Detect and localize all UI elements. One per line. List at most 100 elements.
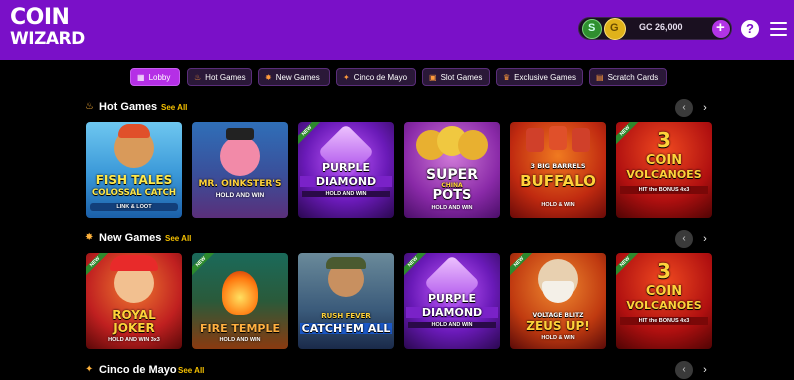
- new-games-next-button[interactable]: ›: [696, 230, 714, 248]
- see-all-new-games-link[interactable]: See All: [165, 234, 191, 243]
- hot-games-prev-button[interactable]: ‹: [675, 99, 693, 117]
- game-title-line-2: BUFFALO: [520, 172, 596, 190]
- tab-cinco-de-mayo[interactable]: ✦ Cinco de Mayo: [336, 68, 416, 86]
- game-title-line-2: JOKER: [113, 321, 155, 335]
- ticket-icon: ▤: [596, 72, 604, 82]
- game-title-line-2: COIN: [645, 284, 683, 299]
- top-header: COIN WIZARD S G GC 26,000 + ?: [0, 0, 794, 60]
- game-subtitle: HIT the BONUS 4x3: [620, 186, 708, 194]
- wallet-balance[interactable]: S G GC 26,000 +: [578, 17, 732, 40]
- game-tile-3-coin-volcanoes[interactable]: NEW 3 COIN VOLCANOES HIT the BONUS 4x3: [616, 122, 712, 218]
- sweeps-coin-icon[interactable]: S: [582, 19, 602, 39]
- game-tile-fish-tales[interactable]: FISH TALES COLOSSAL CATCH LINK & LOOT: [86, 122, 182, 218]
- game-title-line-2: COLOSSAL CATCH: [92, 188, 176, 198]
- coin-wizard-logo[interactable]: COIN WIZARD: [10, 7, 90, 53]
- barrel-art: [526, 128, 544, 152]
- game-title-line-2: DIAMOND: [300, 176, 392, 187]
- game-subtitle: HOLD AND WIN 3x3: [108, 337, 160, 343]
- section-title-cinco-de-mayo: Cinco de Mayo: [99, 364, 177, 376]
- game-title-line-1: FISH TALES: [95, 173, 173, 187]
- game-subtitle: HOLD AND WIN: [302, 191, 390, 197]
- game-subtitle: LINK & LOOT: [90, 203, 178, 211]
- tab-label: New Games: [275, 72, 320, 82]
- fire-art: [222, 271, 258, 315]
- game-tile-super-china-pots[interactable]: SUPER CHINA POTS HOLD AND WIN: [404, 122, 500, 218]
- party-hat-icon: ✦: [343, 72, 350, 82]
- game-tile-3-coin-volcanoes-new[interactable]: NEW 3 COIN VOLCANOES HIT the BONUS 4x3: [616, 253, 712, 349]
- game-title-line-1: PURPLE: [427, 292, 477, 305]
- gold-coin-icon[interactable]: G: [604, 18, 626, 40]
- barrel-art: [549, 126, 567, 150]
- new-badge: NEW: [298, 122, 322, 146]
- game-title-line-1: PURPLE: [321, 161, 371, 174]
- hot-games-next-button[interactable]: ›: [696, 99, 714, 117]
- game-tile-mr-oinkster[interactable]: MR. OINKSTER'S HOLD AND WIN: [192, 122, 288, 218]
- tab-exclusive-games[interactable]: ♛ Exclusive Games: [496, 68, 583, 86]
- game-title-line-3: VOLCANOES: [626, 299, 702, 312]
- game-tile-rush-fever[interactable]: RUSH FEVER CATCH'EM ALL: [298, 253, 394, 349]
- game-tile-purple-diamond[interactable]: NEW PURPLE DIAMOND HOLD AND WIN: [298, 122, 394, 218]
- game-tile-buffalo[interactable]: 3 BIG BARRELS BUFFALO HOLD & WIN: [510, 122, 606, 218]
- pig-hat-art: [226, 128, 254, 140]
- tab-scratch-cards[interactable]: ▤ Scratch Cards: [589, 68, 667, 86]
- game-subtitle: HIT the BONUS 4x3: [620, 317, 708, 325]
- crown-icon: ♛: [503, 72, 511, 82]
- flame-icon: ♨: [85, 101, 94, 112]
- game-title-line-2: CATCH'EM ALL: [300, 322, 392, 335]
- game-subtitle: HOLD AND WIN: [408, 322, 496, 328]
- slot-icon: ▣: [429, 72, 437, 82]
- new-badge: NEW: [86, 253, 110, 277]
- tab-hot-games[interactable]: ♨ Hot Games: [187, 68, 252, 86]
- game-tile-fire-temple[interactable]: NEW FIRE TEMPLE HOLD AND WIN: [192, 253, 288, 349]
- new-badge: NEW: [404, 253, 428, 277]
- star-burst-icon: ✸: [85, 232, 94, 243]
- tab-new-games[interactable]: ✸ New Games: [258, 68, 330, 86]
- game-tile-zeus-up[interactable]: NEW VOLTAGE BLITZ ZEUS UP! HOLD & WIN: [510, 253, 606, 349]
- new-badge: NEW: [192, 253, 216, 277]
- joker-hat-art: [110, 255, 158, 271]
- game-tile-royal-joker[interactable]: NEW ROYAL JOKER HOLD AND WIN 3x3: [86, 253, 182, 349]
- logo-line-1: COIN: [10, 5, 70, 30]
- tab-label: Exclusive Games: [514, 72, 576, 82]
- cinco-de-mayo-prev-button[interactable]: ‹: [675, 361, 693, 379]
- flame-icon: ♨: [194, 72, 202, 82]
- barrel-art: [572, 128, 590, 152]
- star-burst-icon: ✸: [265, 72, 272, 82]
- tab-lobby[interactable]: ▦ Lobby: [130, 68, 180, 86]
- tab-slot-games[interactable]: ▣ Slot Games: [422, 68, 490, 86]
- game-title-line-1: SUPER: [425, 167, 479, 183]
- game-title-line-1: 3 BIG BARRELS: [530, 162, 586, 170]
- pot-art: [458, 130, 488, 160]
- game-title-line-2: DIAMOND: [406, 307, 498, 318]
- pig-art: [220, 136, 260, 176]
- lobby-icon: ▦: [137, 72, 145, 82]
- see-all-hot-games-link[interactable]: See All: [161, 103, 187, 112]
- buy-coins-button[interactable]: +: [712, 19, 730, 38]
- new-games-prev-button[interactable]: ‹: [675, 230, 693, 248]
- logo-line-2: WIZARD: [10, 29, 85, 49]
- game-subtitle: HOLD AND WIN: [215, 192, 265, 199]
- new-badge: NEW: [510, 253, 534, 277]
- game-title-line-1: 3: [657, 128, 671, 152]
- fisherman-hat-art: [118, 124, 150, 138]
- party-hat-icon: ✦: [85, 364, 94, 375]
- game-subtitle: HOLD & WIN: [541, 335, 575, 341]
- game-title-line-1: RUSH FEVER: [321, 312, 371, 320]
- help-icon[interactable]: ?: [741, 20, 759, 38]
- game-title-line-2: ZEUS UP!: [526, 319, 590, 333]
- game-title-line-3: VOLCANOES: [626, 168, 702, 181]
- cinco-de-mayo-next-button[interactable]: ›: [696, 361, 714, 379]
- section-title-new-games: New Games: [99, 232, 162, 244]
- game-title-line-2: COIN: [645, 153, 683, 168]
- tab-label: Slot Games: [440, 72, 483, 82]
- game-title-line-1: 3: [657, 259, 671, 283]
- game-tile-purple-diamond-new[interactable]: NEW PURPLE DIAMOND HOLD AND WIN: [404, 253, 500, 349]
- game-subtitle: HOLD AND WIN: [431, 205, 473, 211]
- tab-label: Scratch Cards: [607, 72, 659, 82]
- hamburger-menu-icon[interactable]: [770, 21, 787, 37]
- tab-label: Cinco de Mayo: [353, 72, 408, 82]
- game-title-line-1: MR. OINKSTER'S: [198, 179, 282, 189]
- see-all-cinco-de-mayo-link[interactable]: See All: [178, 366, 204, 375]
- game-title-line-3: POTS: [432, 188, 472, 203]
- section-title-hot-games: Hot Games: [99, 101, 158, 113]
